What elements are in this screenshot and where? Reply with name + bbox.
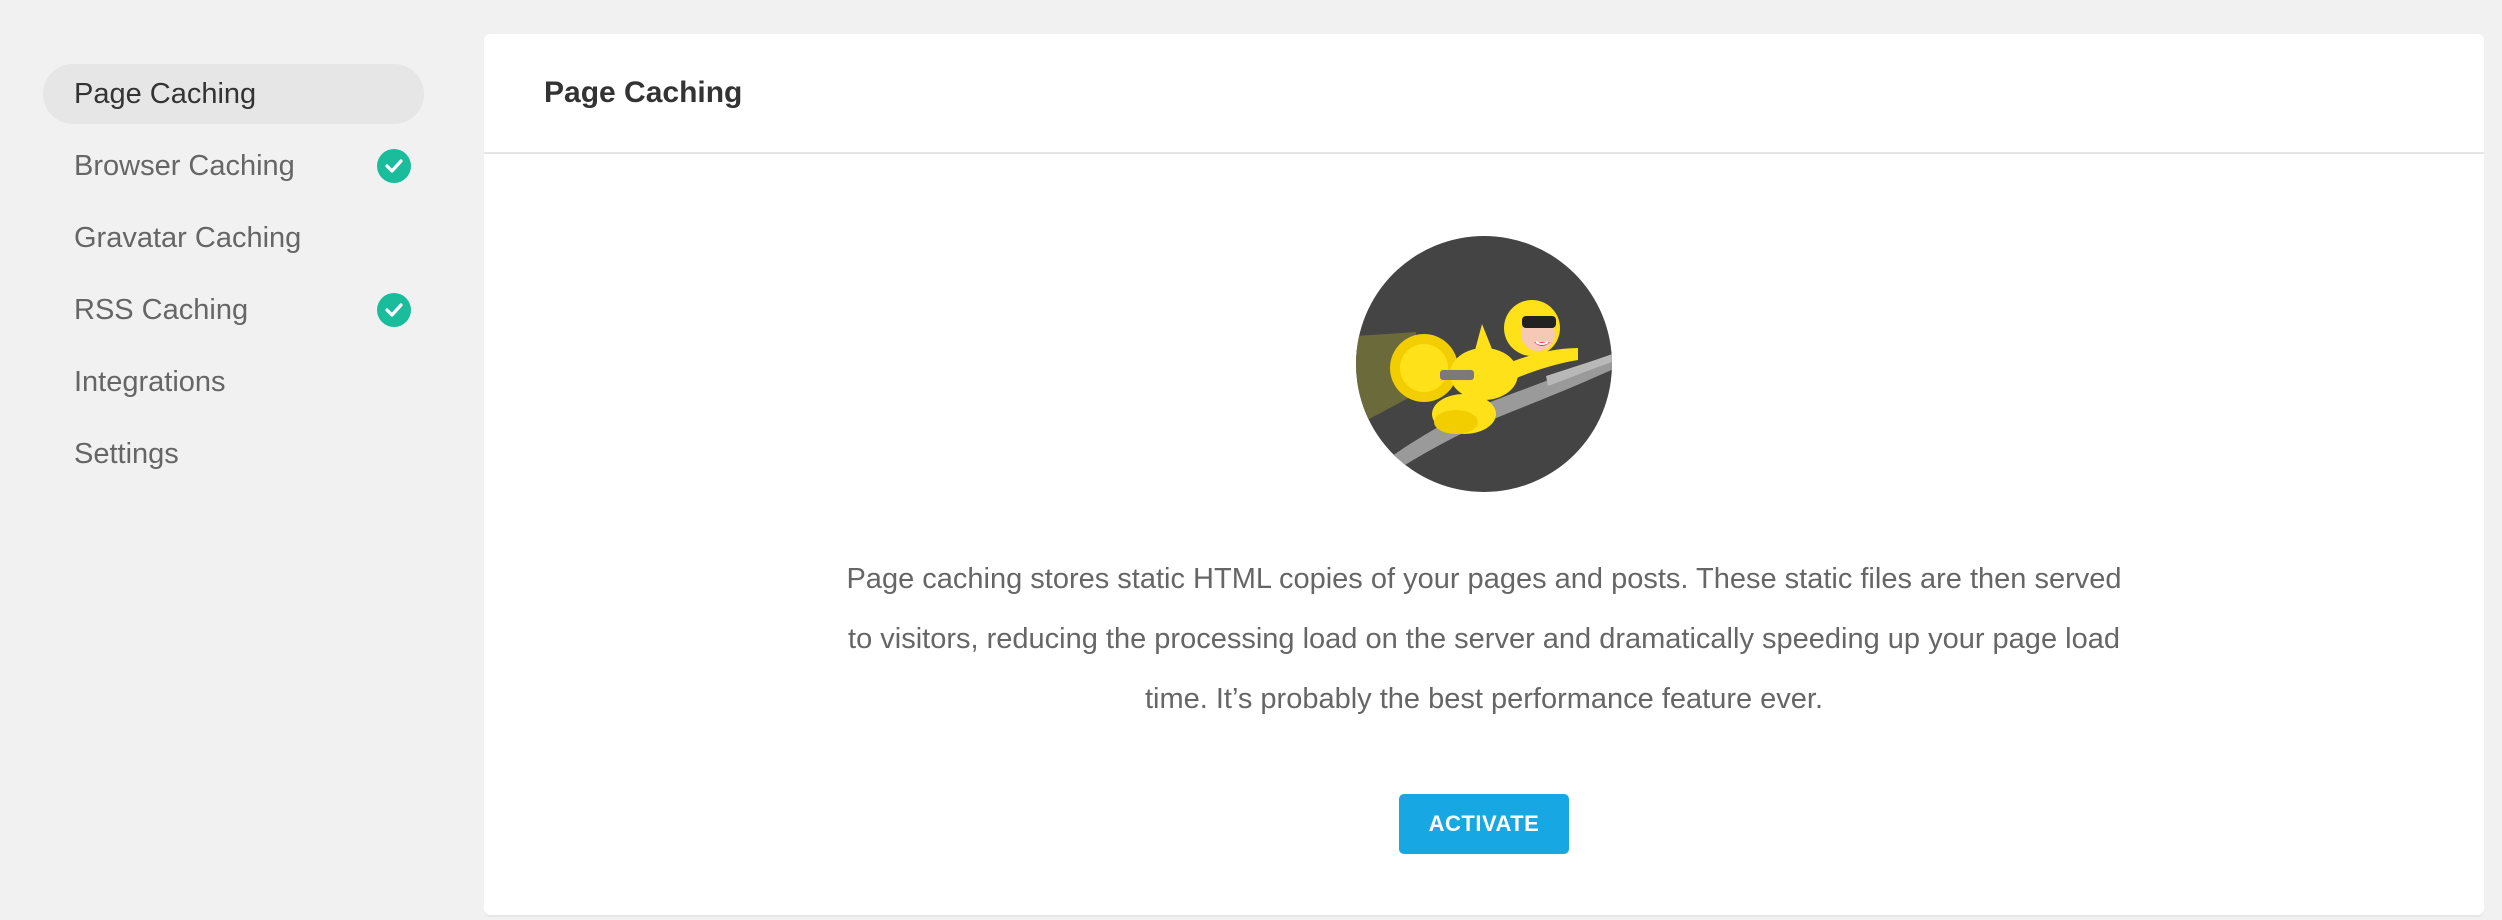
sidebar-item-integrations[interactable]: Integrations: [43, 352, 424, 412]
activate-button[interactable]: ACTIVATE: [1399, 794, 1569, 854]
sidebar-nav: Page Caching Browser Caching Gravatar Ca…: [43, 64, 424, 496]
sidebar-item-settings[interactable]: Settings: [43, 424, 424, 484]
rocket-superhero-illustration: [1356, 236, 1612, 492]
sidebar-item-label: RSS Caching: [74, 293, 249, 326]
sidebar-item-browser-caching[interactable]: Browser Caching: [43, 136, 424, 196]
panel-header: Page Caching: [484, 34, 2484, 154]
sidebar-item-label: Integrations: [74, 365, 226, 398]
page-caching-panel: Page Caching Page caching stores static …: [484, 34, 2484, 915]
sidebar-item-gravatar-caching[interactable]: Gravatar Caching: [43, 208, 424, 268]
page-caching-description: Page caching stores static HTML copies o…: [846, 563, 2122, 715]
check-circle-icon: [377, 149, 411, 183]
panel-title: Page Caching: [544, 76, 743, 109]
sidebar-item-rss-caching[interactable]: RSS Caching: [43, 280, 424, 340]
check-circle-icon: [377, 293, 411, 327]
sidebar-item-page-caching[interactable]: Page Caching: [43, 64, 424, 124]
sidebar-item-label: Browser Caching: [74, 149, 295, 182]
sidebar-item-label: Gravatar Caching: [74, 221, 302, 254]
sidebar-item-label: Page Caching: [74, 77, 257, 110]
sidebar-item-label: Settings: [74, 437, 179, 470]
